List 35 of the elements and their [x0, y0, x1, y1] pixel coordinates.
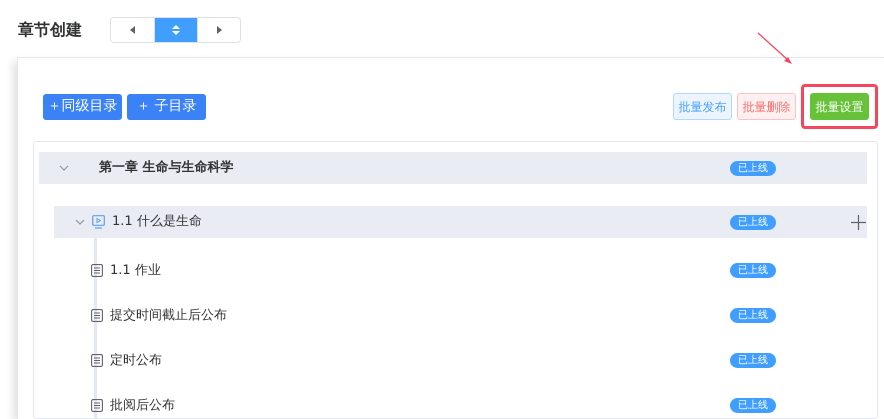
lesson-row[interactable]: 提交时间截止后公布 已上线 — [91, 293, 867, 338]
status-badge: 已上线 — [730, 214, 776, 230]
page-title: 章节创建 — [18, 18, 82, 40]
document-icon — [91, 399, 103, 412]
document-icon — [91, 309, 103, 322]
document-icon — [91, 354, 103, 367]
chapter-title: 第一章 生命与生命科学 — [99, 158, 234, 178]
add-icon[interactable] — [851, 214, 866, 230]
add-directory-button[interactable]: ＋同级目录 — [43, 94, 122, 120]
caret-right-icon — [216, 26, 222, 34]
document-icon — [91, 264, 103, 277]
status-badge: 已上线 — [730, 353, 776, 368]
status-badge: 已上线 — [730, 308, 776, 323]
lesson-row[interactable]: 1.1 作业 已上线 — [91, 248, 867, 293]
lesson-title: 提交时间截止后公布 — [110, 306, 227, 325]
status-badge: 已上线 — [730, 263, 776, 278]
add-directory-button[interactable]: ＋ 子目录 — [127, 94, 206, 120]
caret-left-icon — [130, 26, 136, 34]
chevron-down-icon[interactable] — [59, 165, 69, 171]
view-switch-segment[interactable] — [197, 18, 240, 42]
section-title: 1.1 什么是生命 — [112, 213, 202, 232]
video-icon — [92, 215, 105, 229]
lesson-title: 批阅后公布 — [110, 396, 175, 415]
lesson-title: 1.1 作业 — [110, 262, 161, 280]
lesson-row[interactable]: 定时公布 已上线 — [91, 338, 867, 383]
lesson-title: 定时公布 — [110, 352, 162, 370]
pointer-arrow — [757, 32, 793, 66]
sort-icon — [172, 24, 180, 34]
section-row[interactable]: 1.1 什么是生命 已上线 — [54, 206, 867, 238]
chapter-row[interactable]: 第一章 生命与生命科学 已上线 — [39, 152, 867, 184]
status-badge: 已上线 — [730, 160, 776, 176]
lesson-row[interactable]: 批阅后公布 已上线 — [91, 383, 867, 419]
view-switch-segment[interactable] — [154, 18, 197, 42]
chevron-down-icon[interactable] — [75, 219, 85, 225]
status-badge: 已上线 — [730, 398, 776, 413]
